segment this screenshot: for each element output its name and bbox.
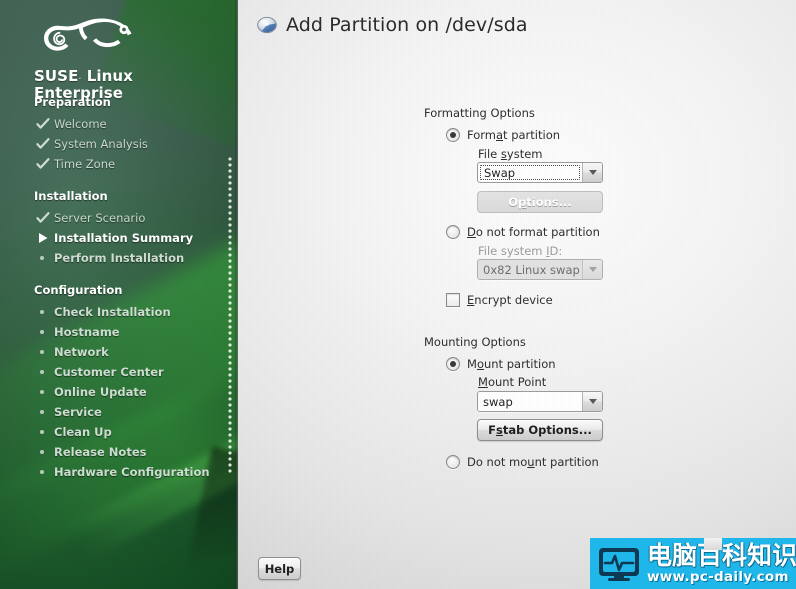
bullet-dot-icon	[36, 385, 50, 399]
installer-sidebar: SUSE. Linux Enterprise Preparation Welcom…	[0, 0, 238, 589]
sidebar-item-label: Network	[54, 345, 109, 359]
mount-point-combo-arrow[interactable]	[582, 392, 602, 411]
encrypt-device-checkbox[interactable]: Encrypt device	[446, 293, 553, 307]
file-system-label: File system	[478, 147, 543, 161]
sidebar-item-label: Customer Center	[54, 365, 164, 379]
nav-section-heading-preparation: Preparation	[34, 95, 111, 109]
sidebar-item-label: Hostname	[54, 325, 120, 339]
bullet-dot-icon	[36, 365, 50, 379]
sidebar-item-label: Server Scenario	[54, 211, 146, 225]
sidebar-item-system-analysis[interactable]: System Analysis	[34, 134, 234, 154]
chevron-down-icon	[588, 399, 597, 404]
sidebar-item-label: Service	[54, 405, 102, 419]
bullet-dot-icon	[36, 425, 50, 439]
sidebar-item-welcome[interactable]: Welcome	[34, 114, 234, 134]
chevron-down-icon	[588, 267, 597, 272]
suse-branding: SUSE. Linux Enterprise	[34, 12, 184, 101]
bullet-dot-icon	[36, 325, 50, 339]
fstab-options-button[interactable]: Fstab Options...	[477, 419, 603, 441]
do-not-format-radio-indicator[interactable]	[446, 225, 460, 239]
sidebar-item-service[interactable]: Service	[34, 402, 234, 422]
sidebar-item-label: Clean Up	[54, 425, 112, 439]
check-icon	[36, 211, 50, 225]
chevron-down-icon	[588, 170, 597, 175]
sidebar-item-hardware-configuration[interactable]: Hardware Configuration	[34, 462, 234, 482]
arrow-right-icon	[36, 231, 50, 245]
fstab-options-button-label: Fstab Options...	[488, 423, 592, 437]
add-partition-form: Formatting Options Format partition File…	[238, 0, 796, 589]
mount-partition-label: Mount partition	[467, 357, 556, 371]
sidebar-item-label: System Analysis	[54, 137, 148, 151]
sidebar-item-release-notes[interactable]: Release Notes	[34, 442, 234, 462]
file-system-id-label: File system ID:	[478, 244, 563, 258]
bullet-dot-icon	[36, 405, 50, 419]
brand-suse: SUSE	[34, 67, 79, 85]
format-partition-radio-indicator[interactable]	[446, 128, 460, 142]
check-icon	[36, 117, 50, 131]
format-options-button-label: Options...	[508, 195, 572, 209]
bullet-dot-icon	[36, 445, 50, 459]
bullet-dot-icon	[36, 251, 50, 265]
mount-partition-radio[interactable]: Mount partition	[446, 357, 556, 371]
format-partition-radio[interactable]: Format partition	[446, 128, 560, 142]
installer-progress-nav: Preparation Welcome System Analysis Time Zo…	[34, 92, 234, 482]
do-not-mount-radio-indicator[interactable]	[446, 455, 460, 469]
sidebar-item-label: Release Notes	[54, 445, 147, 459]
installer-window: SUSE. Linux Enterprise Preparation Welcom…	[0, 0, 796, 589]
bullet-dot-icon	[36, 305, 50, 319]
format-options-button[interactable]: Options...	[477, 191, 603, 213]
file-system-combo-arrow[interactable]	[582, 163, 602, 182]
check-icon	[36, 157, 50, 171]
sidebar-item-label: Time Zone	[54, 157, 116, 171]
format-partition-label: Format partition	[467, 128, 561, 142]
encrypt-device-label: Encrypt device	[467, 293, 553, 307]
sidebar-item-network[interactable]: Network	[34, 342, 234, 362]
sidebar-item-label: Perform Installation	[54, 251, 185, 265]
encrypt-device-checkbox-box[interactable]	[446, 293, 460, 307]
sidebar-item-label: Hardware Configuration	[54, 465, 210, 479]
do-not-format-label: Do not format partition	[467, 225, 600, 239]
sidebar-item-online-update[interactable]: Online Update	[34, 382, 234, 402]
sidebar-item-perform-installation[interactable]: Perform Installation	[34, 248, 234, 268]
sidebar-item-time-zone[interactable]: Time Zone	[34, 154, 234, 174]
file-system-combo[interactable]: Swap	[477, 162, 603, 183]
monitor-pulse-icon	[599, 547, 639, 581]
mount-point-combo[interactable]: swap	[477, 391, 603, 412]
file-system-id-combo[interactable]: 0x82 Linux swap	[477, 259, 603, 280]
nav-section-heading-installation: Installation	[34, 189, 108, 203]
sidebar-item-label: Welcome	[54, 117, 107, 131]
sidebar-item-hostname[interactable]: Hostname	[34, 322, 234, 342]
sidebar-item-label: Installation Summary	[54, 231, 194, 245]
sidebar-item-label: Check Installation	[54, 305, 171, 319]
bullet-dot-icon	[36, 345, 50, 359]
sidebar-item-customer-center[interactable]: Customer Center	[34, 362, 234, 382]
help-button[interactable]: Help	[258, 557, 301, 580]
do-not-mount-partition-radio[interactable]: Do not mount partition	[446, 455, 599, 469]
file-system-id-value[interactable]: 0x82 Linux swap	[478, 260, 582, 279]
sidebar-item-installation-summary[interactable]: Installation Summary	[34, 228, 234, 248]
mount-point-label: Mount Point	[478, 375, 547, 389]
mount-partition-radio-indicator[interactable]	[446, 357, 460, 371]
sidebar-item-check-installation[interactable]: Check Installation	[34, 302, 234, 322]
sidebar-item-server-scenario[interactable]: Server Scenario	[34, 208, 234, 228]
formatting-options-group-label: Formatting Options	[424, 106, 535, 120]
watermark-url: www.pc-daily.com	[647, 568, 789, 585]
sidebar-item-clean-up[interactable]: Clean Up	[34, 422, 234, 442]
sidebar-item-label: Online Update	[54, 385, 147, 399]
help-button-label: Help	[264, 561, 295, 576]
suse-chameleon-logo	[44, 18, 132, 51]
main-panel: Add Partition on /dev/sda Formatting Opt…	[238, 0, 796, 589]
brand-linux: Linux	[81, 67, 133, 85]
file-system-value[interactable]: Swap	[480, 165, 580, 180]
file-system-id-combo-arrow[interactable]	[582, 260, 602, 279]
mounting-options-group-label: Mounting Options	[424, 335, 526, 349]
nav-section-heading-configuration: Configuration	[34, 283, 123, 297]
mount-point-value[interactable]: swap	[478, 392, 582, 411]
do-not-format-partition-radio[interactable]: Do not format partition	[446, 225, 600, 239]
do-not-mount-label: Do not mount partition	[467, 455, 599, 469]
check-icon	[36, 137, 50, 151]
bullet-dot-icon	[36, 465, 50, 479]
watermark-banner: 电脑百科知识 www.pc-daily.com	[590, 538, 796, 589]
watermark-tab	[704, 538, 722, 550]
